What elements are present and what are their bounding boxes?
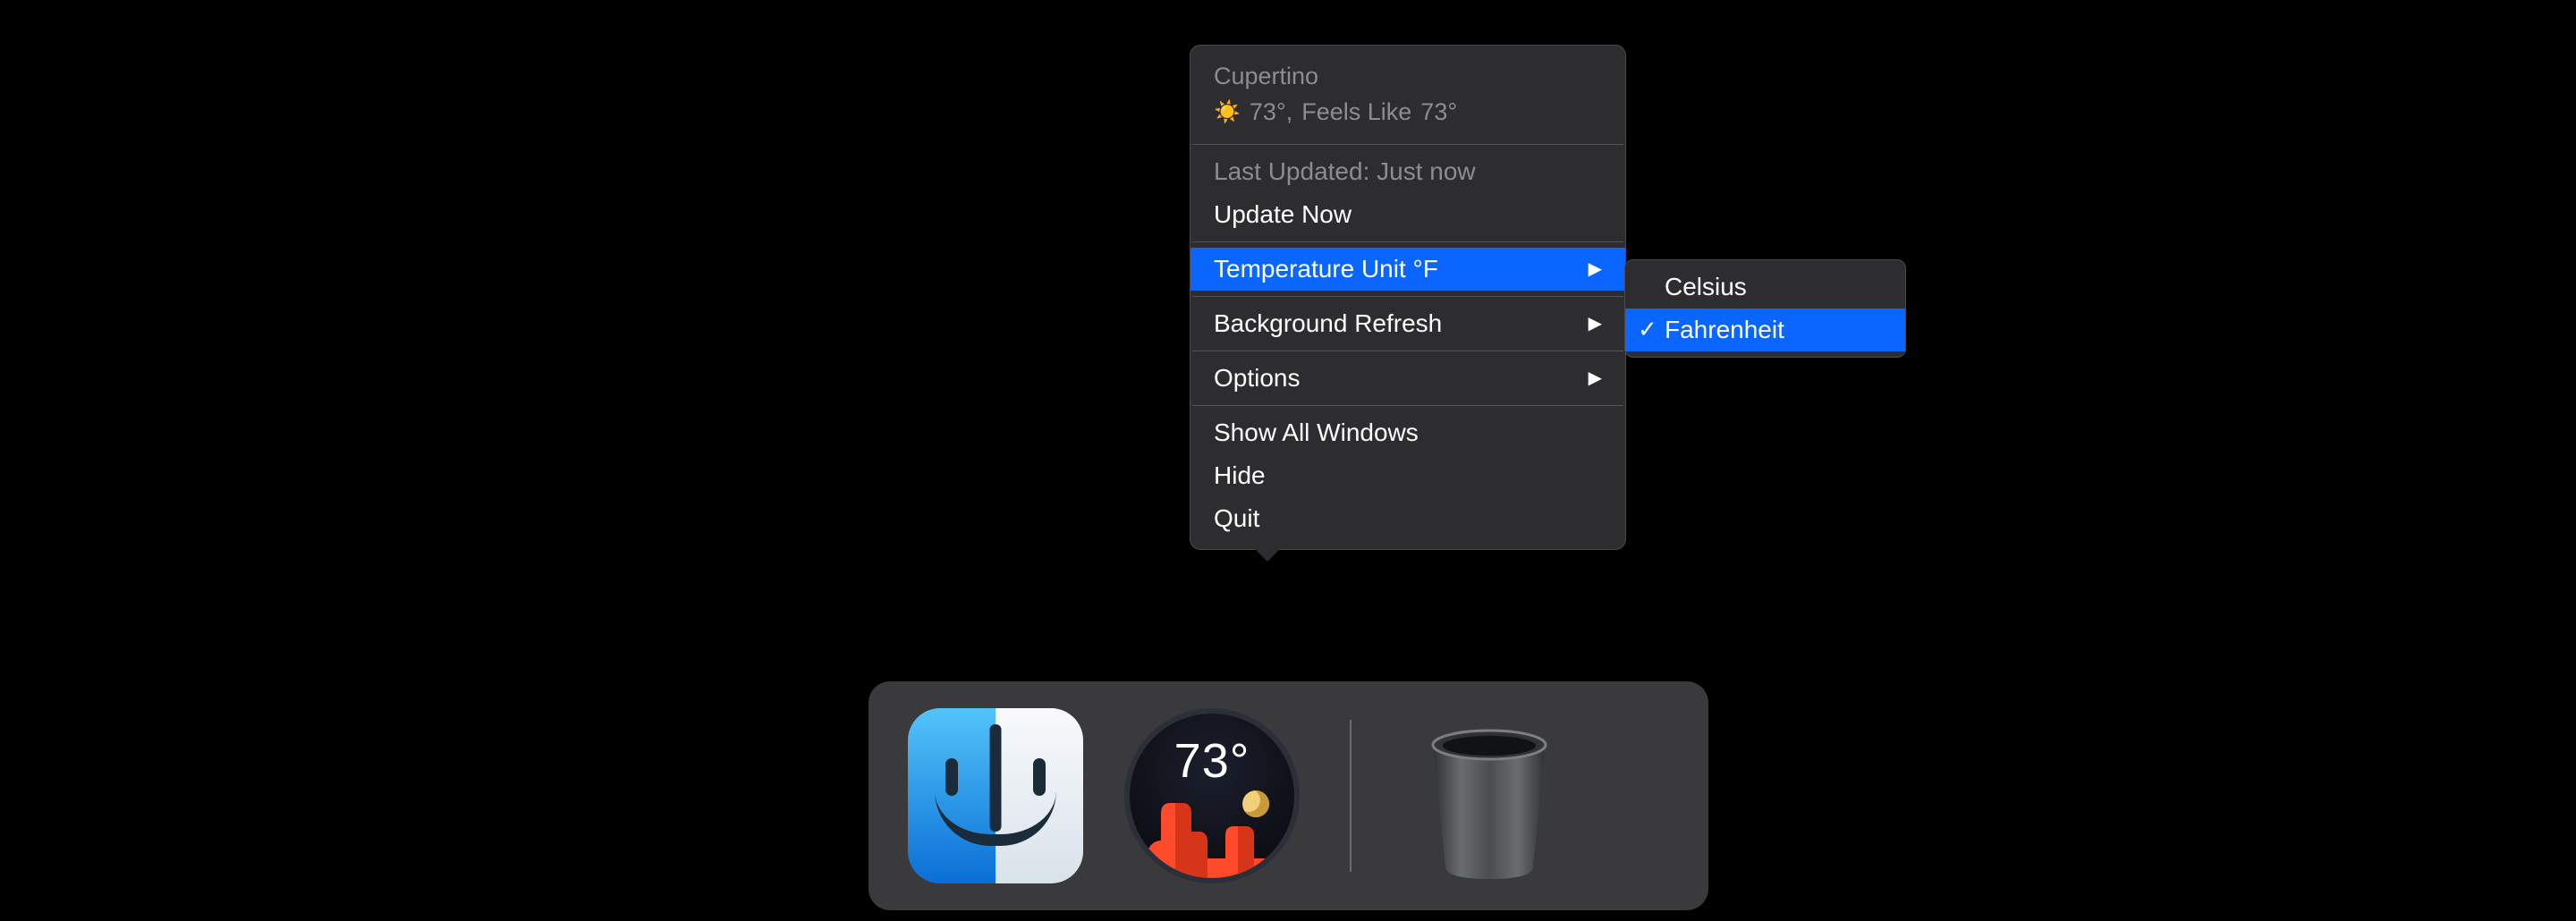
- finder-dock-icon[interactable]: [908, 708, 1083, 883]
- menu-separator: [1192, 241, 1623, 242]
- weather-temp: 73°,: [1250, 96, 1292, 130]
- temperature-unit-item[interactable]: Temperature Unit °F ▶: [1191, 248, 1625, 291]
- feels-like-label: Feels Like: [1301, 96, 1411, 130]
- show-all-windows-item[interactable]: Show All Windows: [1191, 411, 1625, 454]
- sun-icon: ☀️: [1214, 97, 1241, 128]
- weather-app-dock-icon[interactable]: 73°: [1124, 708, 1300, 883]
- dock: 73°: [869, 681, 1708, 910]
- last-updated-item: Last Updated: Just now: [1191, 150, 1625, 193]
- menu-separator: [1192, 144, 1623, 145]
- menu-caret: [1253, 547, 1282, 562]
- menu-separator: [1192, 405, 1623, 406]
- feels-like-temp: 73°: [1420, 96, 1457, 130]
- dock-context-menu: Cupertino ☀️ 73°, Feels Like 73° Last Up…: [1190, 45, 1626, 550]
- weather-header: Cupertino ☀️ 73°, Feels Like 73°: [1191, 55, 1625, 139]
- fahrenheit-option[interactable]: Fahrenheit: [1625, 308, 1905, 351]
- dock-weather-temp: 73°: [1174, 733, 1250, 789]
- chevron-right-icon: ▶: [1589, 367, 1602, 389]
- trash-dock-icon[interactable]: [1402, 708, 1577, 883]
- temperature-unit-submenu: Celsius Fahrenheit: [1624, 259, 1906, 358]
- menu-separator: [1192, 296, 1623, 297]
- quit-item[interactable]: Quit: [1191, 497, 1625, 540]
- options-item[interactable]: Options ▶: [1191, 357, 1625, 400]
- update-now-item[interactable]: Update Now: [1191, 193, 1625, 236]
- celsius-option[interactable]: Celsius: [1625, 266, 1905, 308]
- background-refresh-item[interactable]: Background Refresh ▶: [1191, 302, 1625, 345]
- chevron-right-icon: ▶: [1589, 312, 1602, 334]
- monument-valley-icon: [1145, 796, 1279, 883]
- trash-icon: [1413, 711, 1565, 881]
- dock-separator: [1350, 720, 1352, 872]
- chevron-right-icon: ▶: [1589, 258, 1602, 280]
- weather-location: Cupertino: [1214, 60, 1602, 94]
- hide-item[interactable]: Hide: [1191, 454, 1625, 497]
